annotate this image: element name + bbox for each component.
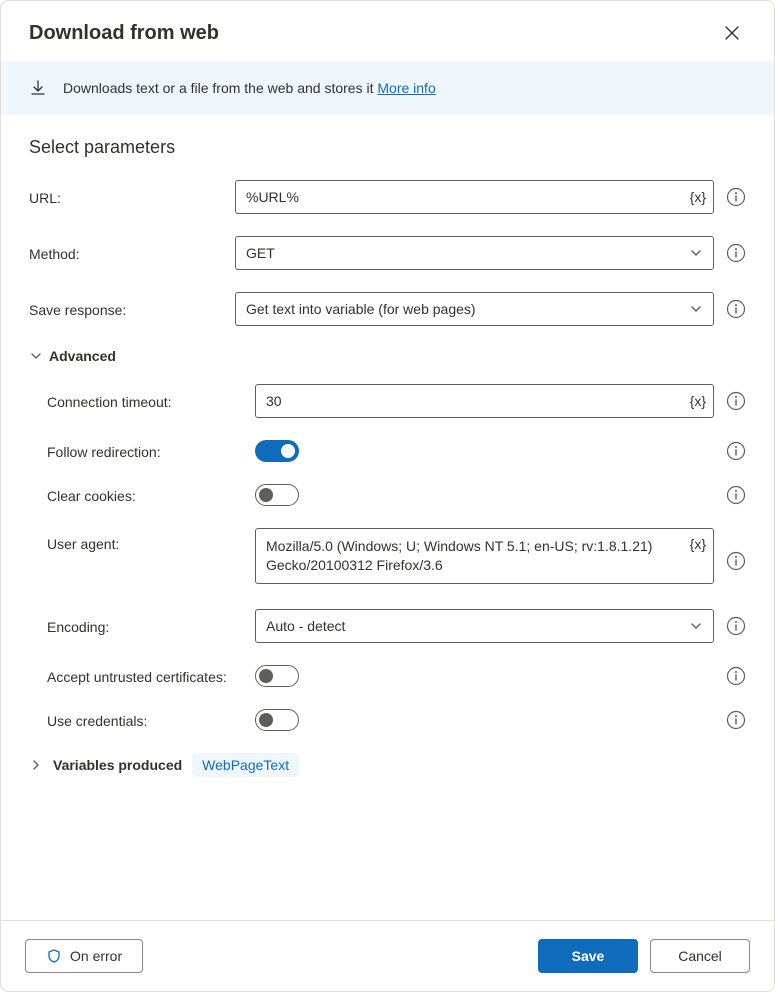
banner-text-content: Downloads text or a file from the web an… — [63, 80, 377, 96]
info-icon[interactable] — [726, 243, 746, 263]
info-icon[interactable] — [726, 551, 746, 571]
connection-timeout-label: Connection timeout: — [29, 392, 255, 410]
user-agent-input[interactable] — [255, 528, 714, 584]
on-error-label: On error — [70, 948, 122, 964]
info-icon[interactable] — [726, 299, 746, 319]
method-select[interactable]: GET — [235, 236, 714, 270]
info-icon[interactable] — [726, 616, 746, 636]
row-encoding: Encoding: Auto - detect — [29, 609, 746, 643]
download-icon — [29, 79, 47, 97]
user-agent-label: User agent: — [29, 528, 255, 552]
row-url: URL: {x} — [29, 180, 746, 214]
dialog-header: Download from web — [1, 1, 774, 61]
chevron-right-icon — [29, 758, 43, 772]
follow-redirection-toggle[interactable] — [255, 440, 299, 462]
clear-cookies-label: Clear cookies: — [29, 486, 255, 504]
dialog-title: Download from web — [29, 22, 219, 45]
encoding-label: Encoding: — [29, 617, 255, 635]
encoding-select[interactable]: Auto - detect — [255, 609, 714, 643]
url-input[interactable] — [235, 180, 714, 214]
variables-produced-toggle[interactable]: Variables produced WebPageText — [29, 753, 746, 777]
connection-timeout-input[interactable] — [255, 384, 714, 418]
dialog-footer: On error Save Cancel — [1, 920, 774, 991]
close-button[interactable] — [718, 19, 746, 47]
chevron-down-icon — [689, 302, 703, 316]
save-button[interactable]: Save — [538, 939, 638, 973]
on-error-button[interactable]: On error — [25, 939, 143, 973]
row-method: Method: GET — [29, 236, 746, 270]
row-use-credentials: Use credentials: — [29, 709, 746, 731]
follow-redirection-label: Follow redirection: — [29, 442, 255, 460]
use-credentials-toggle[interactable] — [255, 709, 299, 731]
close-icon — [724, 25, 740, 41]
method-value: GET — [246, 245, 275, 261]
advanced-section-toggle[interactable]: Advanced — [29, 348, 746, 364]
encoding-value: Auto - detect — [266, 618, 345, 634]
row-connection-timeout: Connection timeout: {x} — [29, 384, 746, 418]
info-icon[interactable] — [726, 666, 746, 686]
row-follow-redirection: Follow redirection: — [29, 440, 746, 462]
info-icon[interactable] — [726, 441, 746, 461]
row-clear-cookies: Clear cookies: — [29, 484, 746, 506]
dialog: Download from web Downloads text or a fi… — [0, 0, 775, 992]
save-response-label: Save response: — [29, 300, 235, 318]
row-accept-untrusted: Accept untrusted certificates: — [29, 665, 746, 687]
save-response-value: Get text into variable (for web pages) — [246, 301, 476, 317]
row-save-response: Save response: Get text into variable (f… — [29, 292, 746, 326]
clear-cookies-toggle[interactable] — [255, 484, 299, 506]
row-user-agent: User agent: {x} — [29, 528, 746, 587]
info-icon[interactable] — [726, 710, 746, 730]
variables-produced-label: Variables produced — [53, 757, 182, 773]
cancel-button[interactable]: Cancel — [650, 939, 750, 973]
advanced-title: Advanced — [49, 348, 116, 364]
shield-icon — [46, 948, 62, 964]
section-title: Select parameters — [29, 137, 746, 158]
accept-untrusted-label: Accept untrusted certificates: — [29, 667, 255, 685]
chevron-down-icon — [29, 349, 43, 363]
url-label: URL: — [29, 188, 235, 206]
dialog-body: Select parameters URL: {x} Method: GET — [1, 115, 774, 920]
banner-text: Downloads text or a file from the web an… — [63, 80, 436, 96]
info-icon[interactable] — [726, 485, 746, 505]
accept-untrusted-toggle[interactable] — [255, 665, 299, 687]
variable-chip[interactable]: WebPageText — [192, 753, 299, 777]
chevron-down-icon — [689, 246, 703, 260]
use-credentials-label: Use credentials: — [29, 711, 255, 729]
method-label: Method: — [29, 244, 235, 262]
info-banner: Downloads text or a file from the web an… — [1, 61, 774, 115]
save-response-select[interactable]: Get text into variable (for web pages) — [235, 292, 714, 326]
more-info-link[interactable]: More info — [377, 80, 435, 96]
info-icon[interactable] — [726, 391, 746, 411]
info-icon[interactable] — [726, 187, 746, 207]
chevron-down-icon — [689, 619, 703, 633]
